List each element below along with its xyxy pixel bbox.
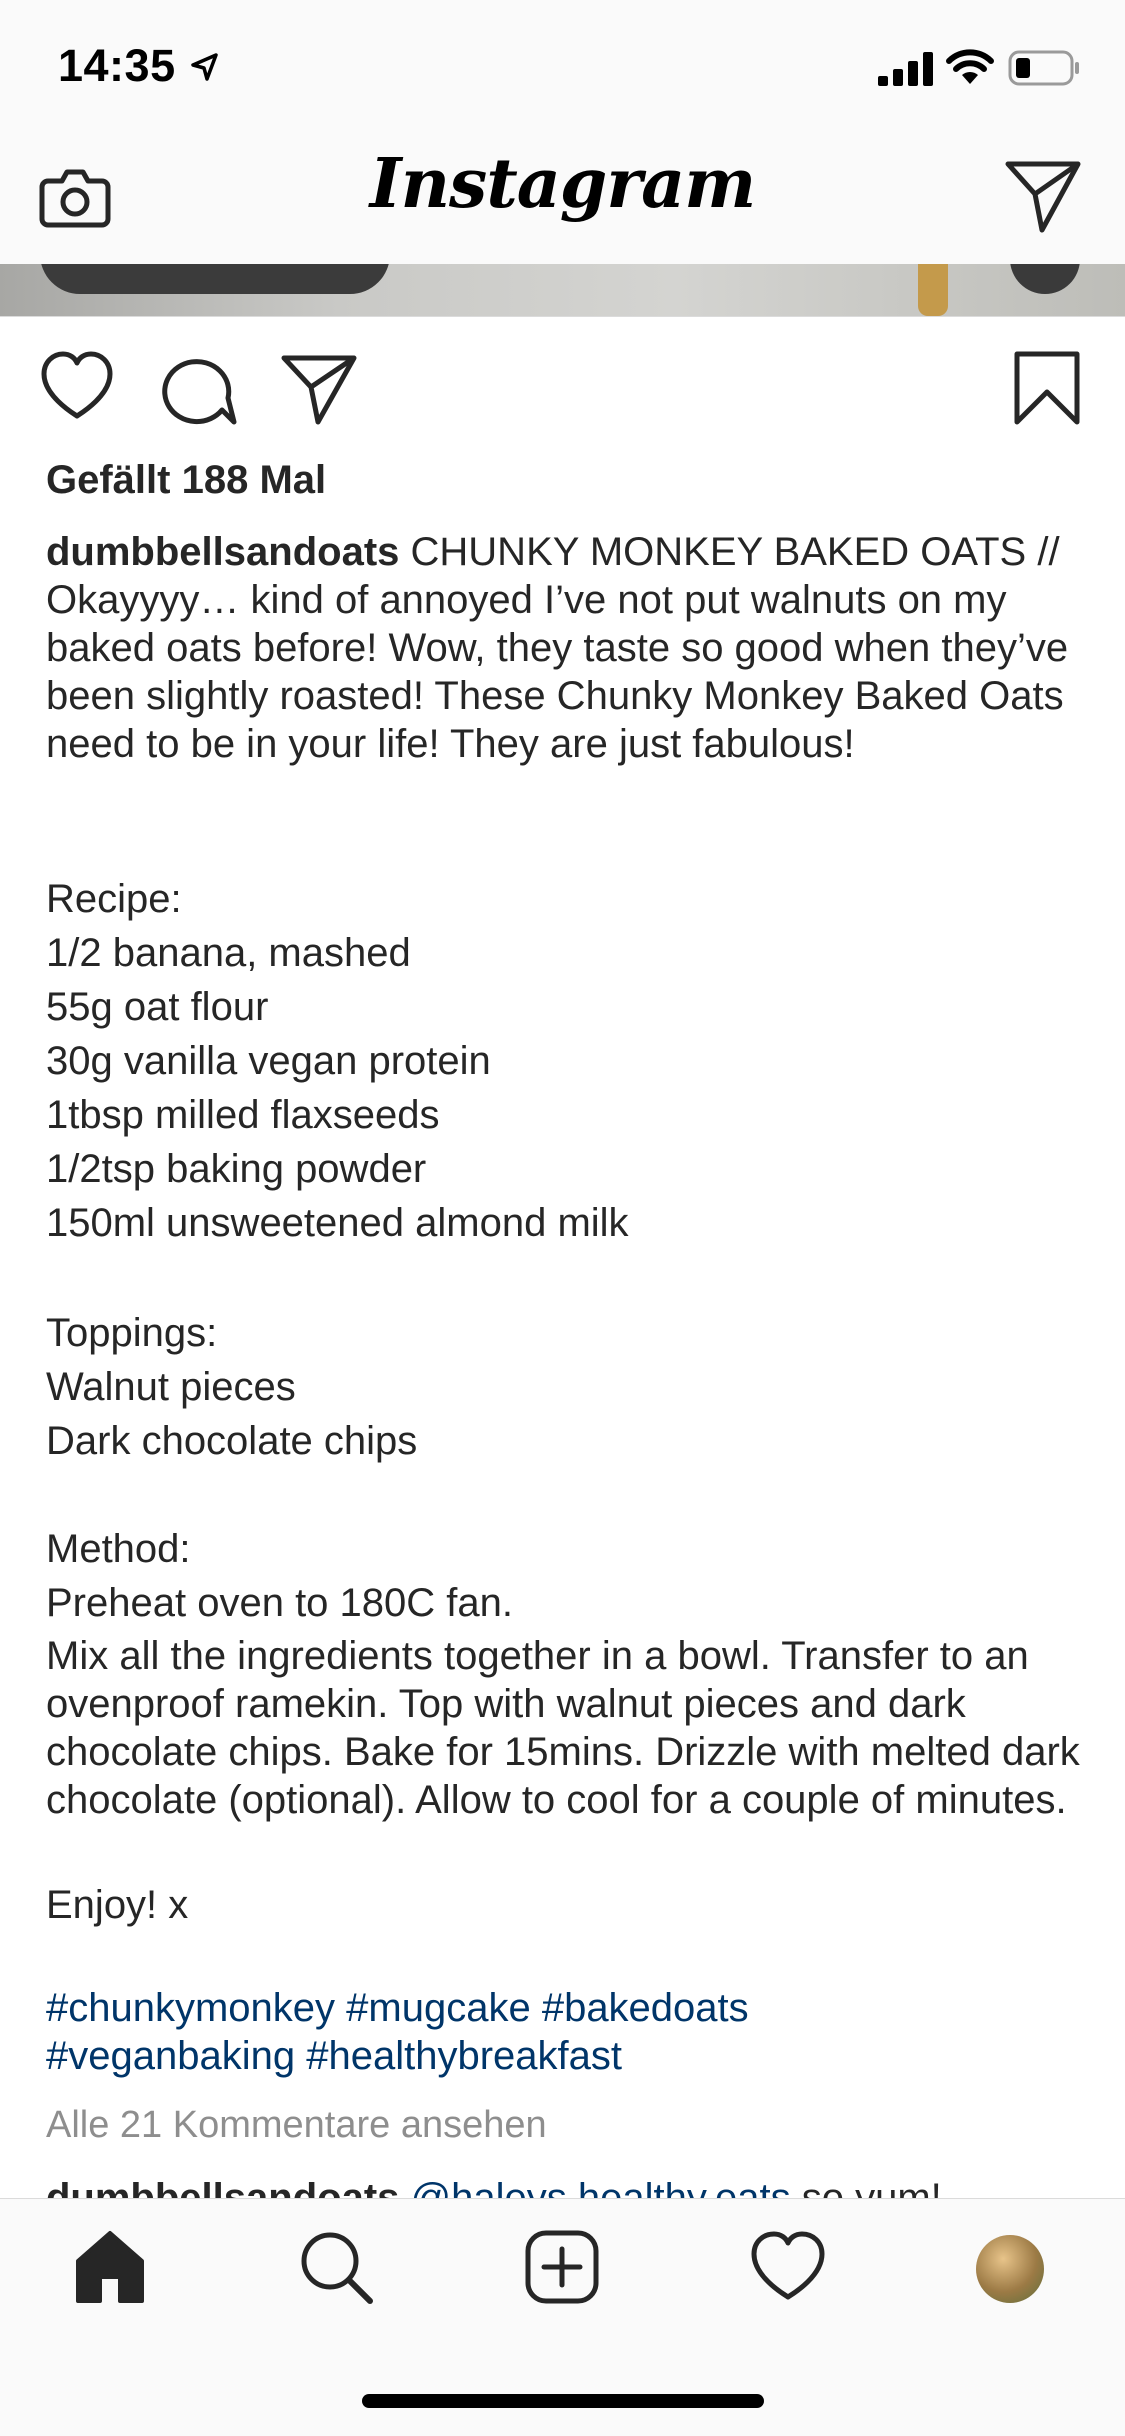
method-heading: Method: <box>46 1527 191 1571</box>
comment-bubble-icon[interactable] <box>160 350 238 428</box>
toppings-section: Toppings: Walnut pieces Dark chocolate c… <box>46 1306 1086 1468</box>
comment-username[interactable]: dumbbellsandoats <box>46 2176 399 2198</box>
view-all-comments-link[interactable]: Alle 21 Kommentare ansehen <box>46 2104 547 2147</box>
ingredient-item: 1tbsp milled flaxseeds <box>46 1093 440 1137</box>
method-step: Mix all the ingredients together in a bo… <box>46 1634 1080 1822</box>
ingredient-item: 1/2 banana, mashed <box>46 931 411 975</box>
paper-plane-icon[interactable] <box>1002 154 1084 236</box>
top-navigation-bar: Instagram <box>0 132 1125 264</box>
method-step: Preheat oven to 180C fan. <box>46 1581 513 1625</box>
ingredient-item: 1/2tsp baking powder <box>46 1147 427 1191</box>
home-icon[interactable] <box>70 2227 150 2307</box>
ingredient-item: 55g oat flour <box>46 985 269 1029</box>
bookmark-icon[interactable] <box>1008 348 1086 426</box>
cellular-signal-icon <box>878 52 933 86</box>
sign-off: Enjoy! x <box>46 1883 189 1927</box>
post-caption: dumbbellsandoats CHUNKY MONKEY BAKED OAT… <box>46 528 1086 768</box>
comment-mention[interactable]: @haleys.healthy.eats <box>411 2176 791 2198</box>
divider <box>0 316 1125 317</box>
topping-item: Walnut pieces <box>46 1365 296 1409</box>
ingredient-item: 150ml unsweetened almond milk <box>46 1201 629 1245</box>
post-image-spoon <box>918 264 948 316</box>
battery-icon <box>1008 50 1079 86</box>
hashtags: #chunkymonkey #mugcake #bakedoats #vegan… <box>46 1984 1086 2080</box>
comment-text: so yum! <box>801 2176 942 2198</box>
share-paper-plane-icon[interactable] <box>280 350 358 428</box>
method-section: Method: Preheat oven to 180C fan. <box>46 1522 1086 1630</box>
post-image[interactable] <box>0 264 1125 316</box>
profile-avatar[interactable] <box>976 2235 1044 2303</box>
ingredient-item: 30g vanilla vegan protein <box>46 1039 491 1083</box>
post-image-bowl <box>40 264 390 294</box>
activity-heart-icon[interactable] <box>748 2227 828 2307</box>
likes-count[interactable]: Gefällt 188 Mal <box>46 458 326 503</box>
plus-square-icon[interactable] <box>522 2227 602 2307</box>
comment-preview: dumbbellsandoats @haleys.healthy.eats so… <box>46 2176 942 2198</box>
recipe-heading: Recipe: <box>46 877 182 921</box>
toppings-heading: Toppings: <box>46 1311 218 1355</box>
post-image-rim <box>1010 264 1080 294</box>
home-indicator[interactable] <box>362 2394 764 2408</box>
status-bar: 14:35 <box>0 0 1125 132</box>
topping-item: Dark chocolate chips <box>46 1419 418 1463</box>
hashtag-line[interactable]: #veganbaking #healthybreakfast <box>46 2032 1086 2080</box>
hashtag-line[interactable]: #chunkymonkey #mugcake #bakedoats <box>46 1984 1086 2032</box>
recipe-section: Recipe: 1/2 banana, mashed 55g oat flour… <box>46 872 1086 1250</box>
location-arrow-icon <box>191 53 218 81</box>
search-icon[interactable] <box>296 2227 376 2307</box>
status-time: 14:35 <box>58 40 176 91</box>
heart-icon[interactable] <box>38 348 116 426</box>
instagram-wordmark: Instagram <box>369 144 756 224</box>
caption-username[interactable]: dumbbellsandoats <box>46 530 399 574</box>
wifi-icon <box>946 49 994 84</box>
